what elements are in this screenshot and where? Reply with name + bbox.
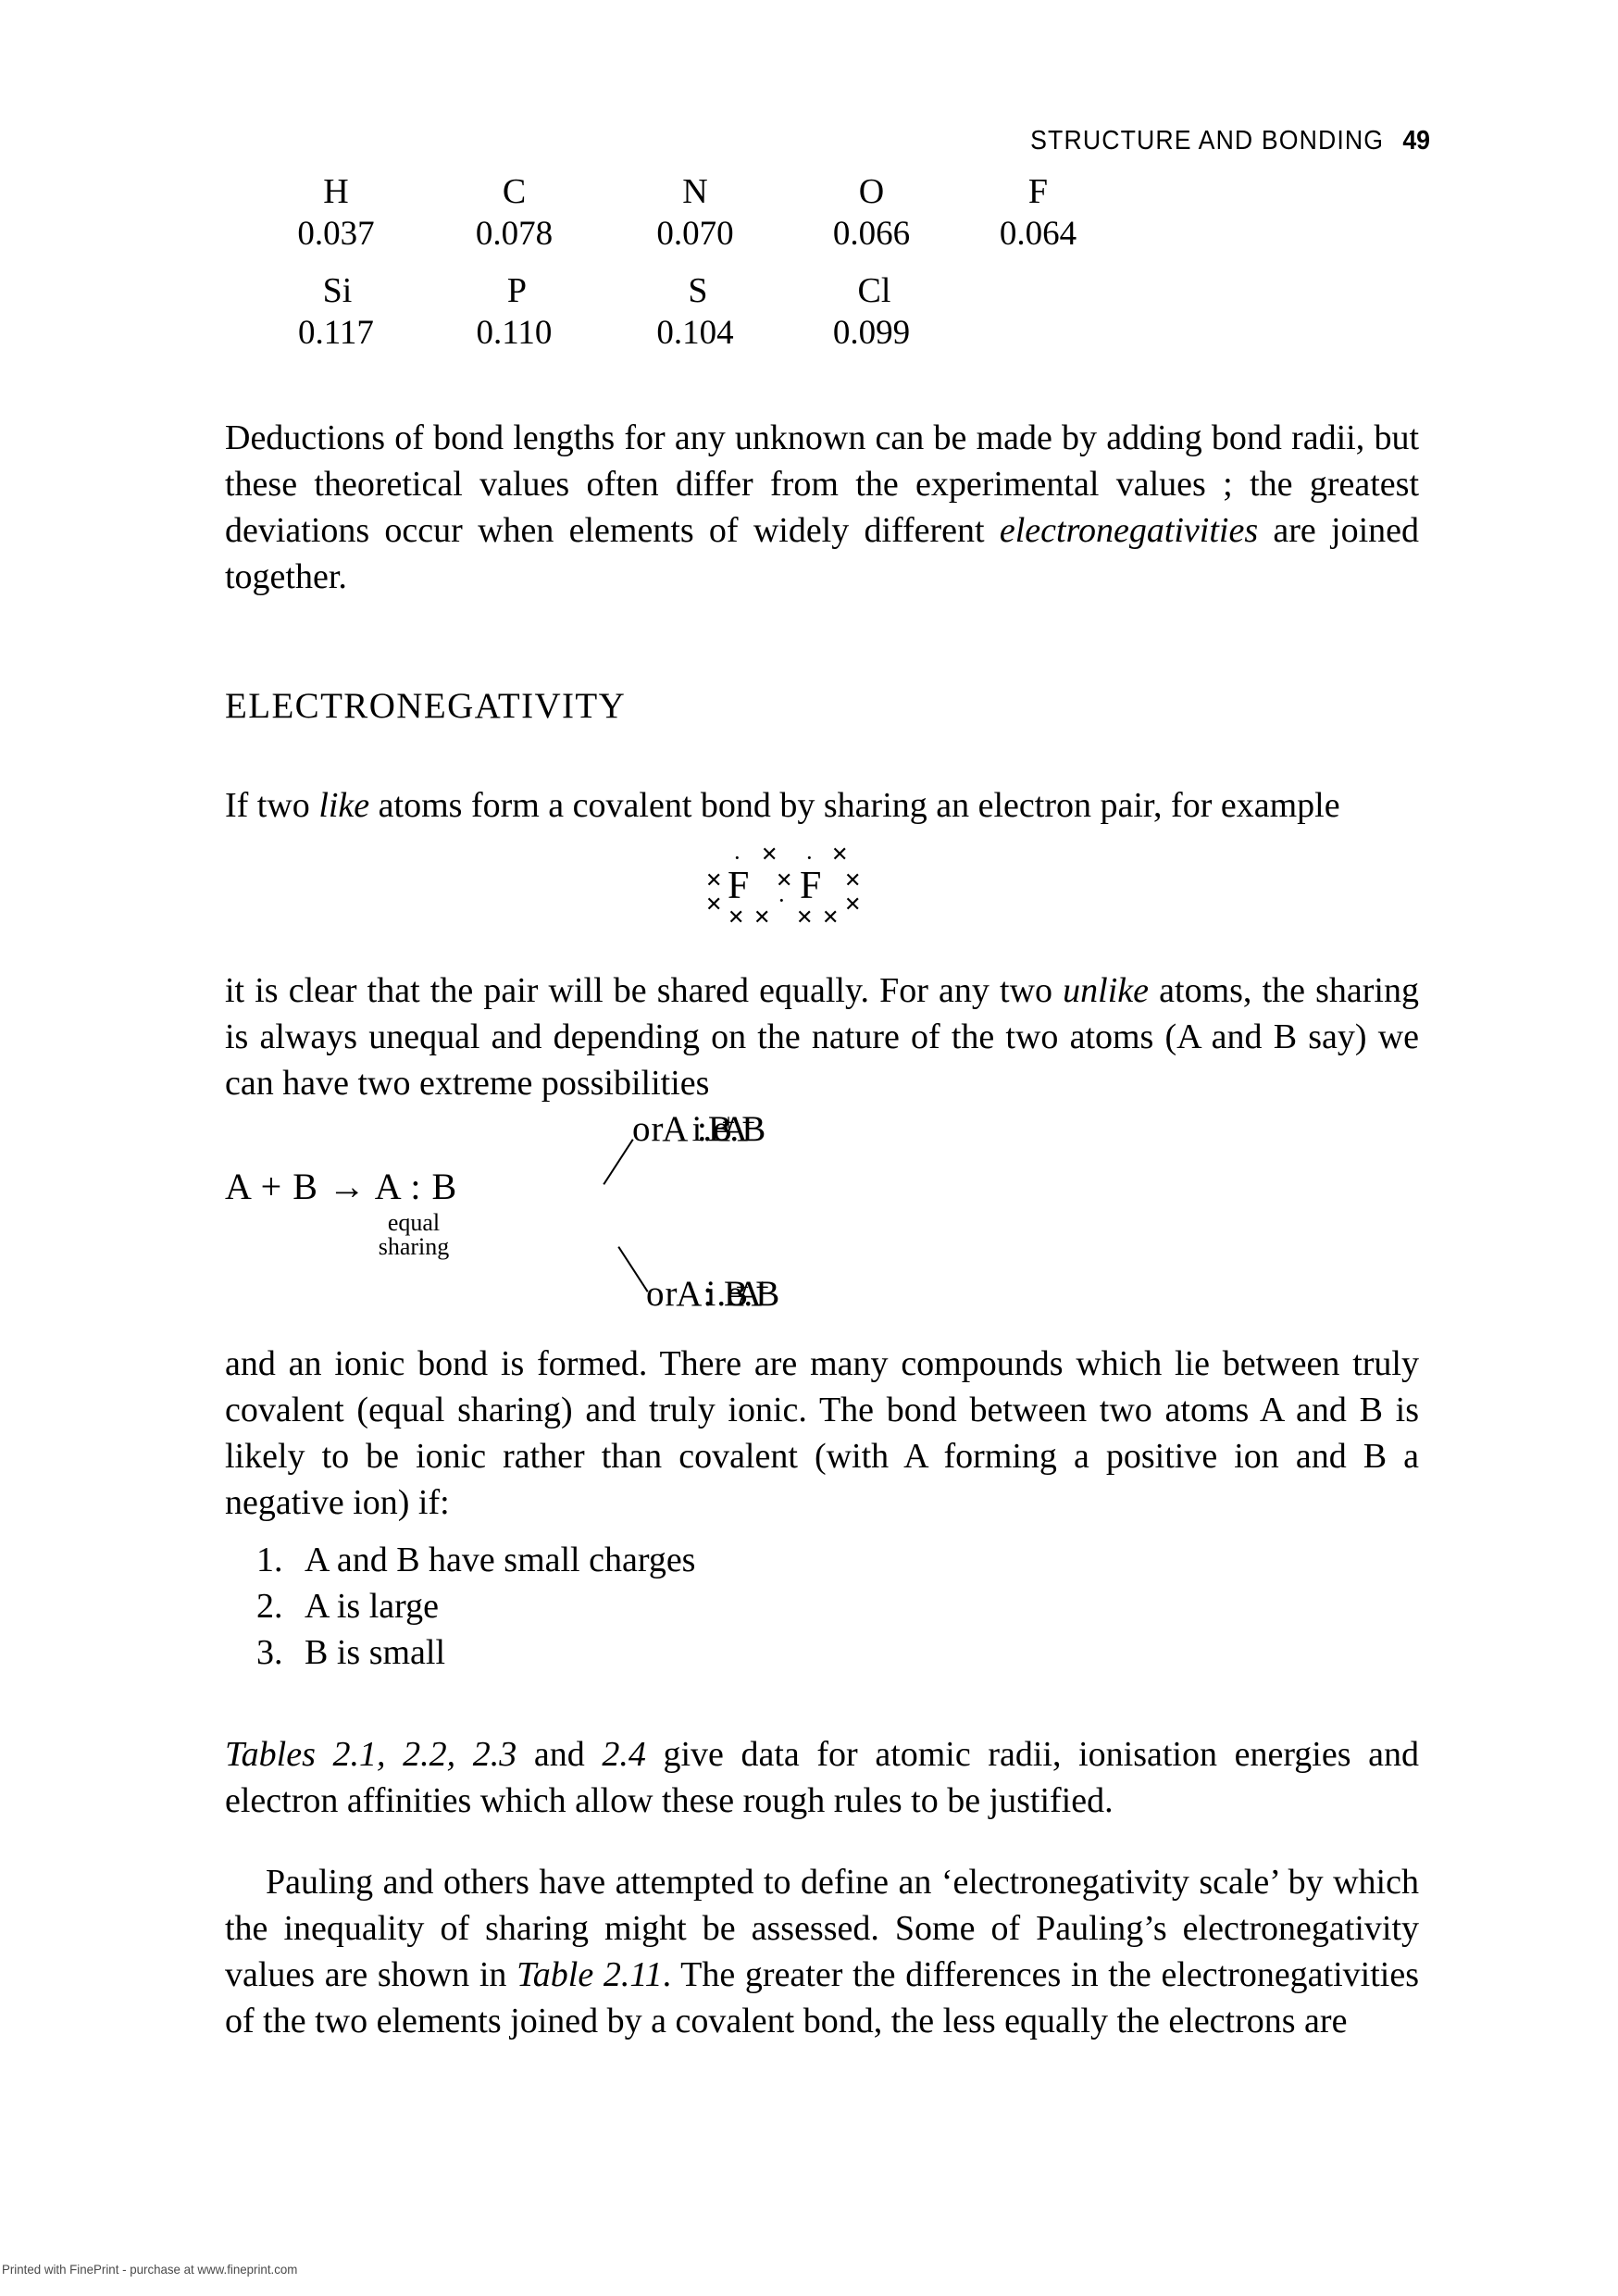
branch-ion-a-charge: + xyxy=(721,1109,737,1136)
reaction-scheme: A + B → A : B equal sharing or A :B i.e.… xyxy=(225,1102,1419,1342)
electron-cross: ✕ xyxy=(705,892,723,916)
element-symbol: C xyxy=(502,172,527,211)
element-symbol: O xyxy=(858,172,885,211)
paragraph-pauling: Pauling and others have attempted to def… xyxy=(225,1859,1419,2044)
scheme-equal-sharing-label: equal sharing xyxy=(340,1211,488,1259)
branch-line-upper xyxy=(603,1139,634,1185)
paragraph-if-two-like: If two like atoms form a covalent bond b… xyxy=(225,782,1419,829)
radii-row-1-symbols: H C N O F xyxy=(248,171,1118,212)
radii-row-2-values: 0.117 0.110 0.104 0.099 xyxy=(248,313,1118,353)
branch-ion-b-charge: − xyxy=(741,1109,756,1136)
radii-row-1-values: 0.037 0.078 0.070 0.066 0.064 xyxy=(248,214,1118,254)
element-symbol: N xyxy=(682,172,708,211)
electron-cross: ✕ xyxy=(753,905,771,929)
paragraph-tables-reference: Tables 2.1, 2.2, 2.3 and 2.4 give data f… xyxy=(225,1731,1419,1824)
paragraph-deductions: Deductions of bond lengths for any unkno… xyxy=(225,415,1419,600)
list-item: 1. A and B have small charges xyxy=(256,1537,695,1583)
list-item-number: 2. xyxy=(256,1587,283,1626)
radius-value: 0.037 xyxy=(297,215,375,253)
italic-table-211: Table 2.11 xyxy=(517,1955,663,1994)
branch-line-lower xyxy=(617,1246,649,1292)
running-head-title: STRUCTURE AND BONDING xyxy=(1030,126,1385,156)
list-item-number: 1. xyxy=(256,1541,283,1579)
radius-value: 0.099 xyxy=(832,314,911,352)
scheme-branch-bottom: or A: B i.e. A − B + xyxy=(646,1274,779,1314)
radius-value: 0.070 xyxy=(656,215,734,253)
electron-cross: ✕ xyxy=(844,868,862,892)
scheme-branch-top: or A :B i.e. A + B − xyxy=(632,1109,765,1149)
italic-electronegativities: electronegativities xyxy=(999,511,1259,550)
italic-table-24: 2.4 xyxy=(602,1735,646,1774)
electron-cross: ✕ xyxy=(705,868,723,892)
radius-value: 0.066 xyxy=(832,215,911,253)
radius-value: 0.078 xyxy=(475,215,554,253)
list-item-number: 3. xyxy=(256,1633,283,1672)
radius-value: 0.104 xyxy=(656,314,734,352)
atom-label-f-right: F xyxy=(800,865,822,907)
running-head: STRUCTURE AND BONDING 49 xyxy=(115,126,1430,156)
shared-electron-dot: · xyxy=(778,887,786,914)
electron-cross: ✕ xyxy=(844,892,862,916)
branch-or: or xyxy=(646,1274,678,1314)
radius-value: 0.064 xyxy=(999,215,1077,253)
element-symbol: Si xyxy=(322,271,353,310)
radii-row-2-symbols: Si P S Cl xyxy=(248,270,1118,311)
atom-label-f-left: F xyxy=(728,865,750,907)
lewis-structure-fluorine: · ✕ ✕ ✕ F ✕ ✕ ✕ · · ✕ F ✕ ✕ ✕ ✕ xyxy=(703,844,907,935)
list-item-text: A is large xyxy=(305,1587,439,1626)
paragraph-text: and xyxy=(517,1735,603,1774)
electron-cross: ✕ xyxy=(728,905,745,929)
element-symbol: S xyxy=(688,271,708,310)
list-item: 3. B is small xyxy=(256,1629,695,1676)
italic-like: like xyxy=(318,786,370,825)
paragraph-text: If two xyxy=(225,786,319,825)
scanned-book-page: STRUCTURE AND BONDING 49 H C N O F 0.037 … xyxy=(0,0,1618,2296)
element-symbol: P xyxy=(506,271,528,310)
section-heading-electronegativity: ELECTRONEGATIVITY xyxy=(225,686,627,726)
scheme-label-line-1: equal xyxy=(387,1209,441,1236)
branch-ion-b-charge: + xyxy=(755,1274,770,1301)
paragraph-text-tail: atoms form a covalent bond by sharing an… xyxy=(369,786,1340,825)
branch-or: or xyxy=(632,1109,665,1149)
page-number: 49 xyxy=(1402,126,1430,156)
radius-value: 0.110 xyxy=(476,314,553,352)
branch-ion-a-charge: − xyxy=(735,1274,751,1301)
electron-cross: ✕ xyxy=(761,842,778,866)
numbered-list-ionic-rules: 1. A and B have small charges 2. A is larg… xyxy=(256,1537,695,1676)
electron-cross: ✕ xyxy=(831,842,849,866)
scheme-main-equation: A + B → A : B xyxy=(225,1166,458,1207)
element-symbol: F xyxy=(1027,172,1049,211)
paragraph-it-is-clear: it is clear that the pair will be shared… xyxy=(225,967,1419,1106)
scheme-label-line-2: sharing xyxy=(378,1233,450,1260)
element-symbol: Cl xyxy=(857,271,891,310)
italic-tables-list: Tables 2.1, 2.2, 2.3 xyxy=(225,1735,517,1774)
electron-cross: ✕ xyxy=(796,905,814,929)
electron-cross: ✕ xyxy=(822,905,840,929)
paragraph-text: it is clear that the pair will be shared… xyxy=(225,971,1064,1010)
italic-unlike: unlike xyxy=(1063,971,1150,1010)
list-item-text: B is small xyxy=(305,1633,446,1672)
list-item: 2. A is large xyxy=(256,1583,695,1629)
list-item-text: A and B have small charges xyxy=(305,1541,696,1579)
fineprint-watermark: Printed with FinePrint - purchase at www… xyxy=(2,2262,298,2277)
paragraph-ionic-bond: and an ionic bond is formed. There are m… xyxy=(225,1344,1419,1522)
element-symbol: H xyxy=(323,172,349,211)
bond-radii-table: H C N O F 0.037 0.078 0.070 0.066 0.064 … xyxy=(248,171,1118,366)
radius-value: 0.117 xyxy=(298,314,374,352)
